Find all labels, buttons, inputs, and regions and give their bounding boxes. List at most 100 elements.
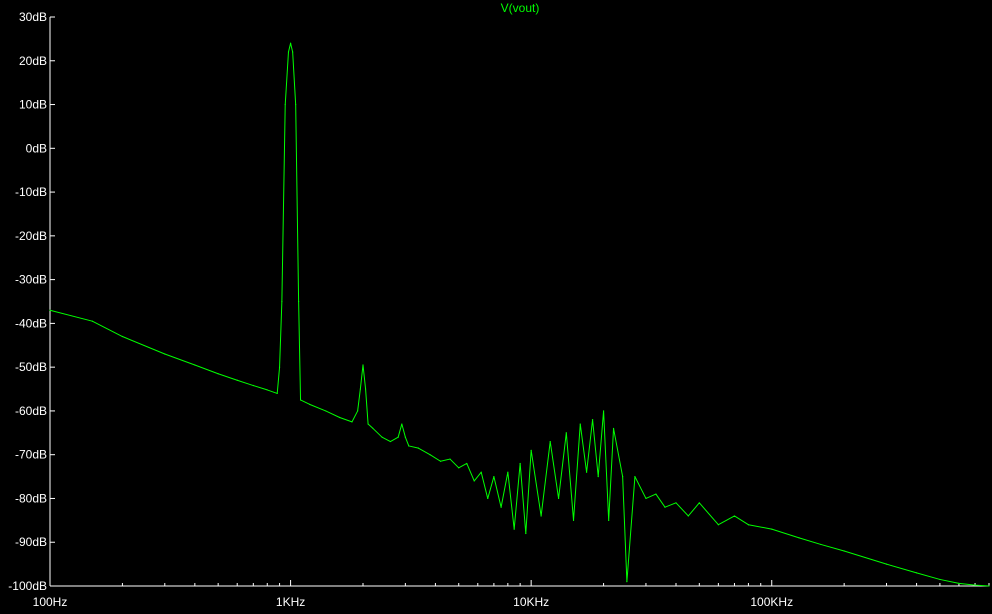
series-point xyxy=(557,497,560,500)
series-point xyxy=(530,449,532,451)
series-point xyxy=(466,462,468,465)
series-point xyxy=(164,353,166,355)
y-tick-label: -80dB xyxy=(15,491,47,505)
series-point xyxy=(634,475,636,478)
series-point xyxy=(401,423,403,425)
series-point xyxy=(585,471,588,473)
y-tick-label: -10dB xyxy=(15,185,47,199)
series-point xyxy=(549,440,551,443)
series-point xyxy=(572,519,575,521)
series-point xyxy=(49,309,51,311)
series-point xyxy=(513,528,515,530)
chart-background xyxy=(0,0,992,609)
series-point xyxy=(597,475,599,478)
series-point xyxy=(626,581,628,583)
series-point xyxy=(289,42,292,44)
y-tick-label: -100dB xyxy=(8,579,47,593)
series-point xyxy=(339,416,341,419)
series-point xyxy=(540,515,542,517)
series-point xyxy=(885,563,888,565)
series-point xyxy=(487,497,489,500)
series-point xyxy=(364,388,367,390)
series-point xyxy=(473,480,475,482)
series-point xyxy=(439,460,442,462)
series-point xyxy=(939,578,941,581)
series-point xyxy=(287,51,290,53)
series-point xyxy=(298,300,300,303)
y-tick-label: -60dB xyxy=(15,404,47,418)
series-point xyxy=(675,502,677,504)
y-tick-label: -50dB xyxy=(15,360,47,374)
series-point xyxy=(276,392,278,395)
series-point xyxy=(579,423,581,425)
series-point xyxy=(612,427,615,430)
series-point xyxy=(664,506,666,508)
series-point xyxy=(493,475,495,478)
series-point xyxy=(351,421,353,423)
series-point xyxy=(295,103,297,106)
series-point xyxy=(417,447,420,449)
series-point xyxy=(357,410,359,412)
series-point xyxy=(194,364,196,366)
series-point xyxy=(655,493,657,495)
series-point xyxy=(687,515,689,517)
series-point xyxy=(591,419,594,421)
series-point xyxy=(798,537,800,539)
series-point xyxy=(622,475,624,478)
x-tick-label: 1KHz xyxy=(276,595,305,609)
series-point xyxy=(281,300,283,303)
series-point xyxy=(500,506,502,508)
y-tick-label: -30dB xyxy=(15,273,47,287)
series-point xyxy=(381,436,383,438)
series-point xyxy=(121,335,124,338)
series-point xyxy=(717,524,719,526)
spectrum-chart: V(vout) 30dB 20dB 10dB 0dB -10dB -20dB -30dB -4… xyxy=(0,0,992,609)
series-point xyxy=(771,528,773,530)
series-point xyxy=(645,497,647,500)
y-tick-label: -90dB xyxy=(15,535,47,549)
series-point xyxy=(480,471,482,473)
series-point xyxy=(389,440,392,443)
y-tick-label: 0dB xyxy=(26,141,47,155)
waveform-plot: V(vout) 30dB 20dB 10dB 0dB -10dB -20dB -30dB -4… xyxy=(0,0,992,609)
series-point xyxy=(278,366,281,368)
trace-title[interactable]: V(vout) xyxy=(501,1,540,15)
series-point xyxy=(397,436,399,438)
series-point xyxy=(458,467,460,469)
series-point xyxy=(507,471,509,473)
series-point xyxy=(958,582,960,584)
series-point xyxy=(266,389,268,391)
series-point xyxy=(309,403,311,405)
series-point xyxy=(429,454,431,456)
y-tick-label: -20dB xyxy=(15,229,47,243)
y-tick-label: 30dB xyxy=(19,10,47,24)
series-point xyxy=(362,364,364,366)
series-point xyxy=(236,379,238,381)
series-point xyxy=(820,543,822,546)
x-tick-label: 100KHz xyxy=(750,595,793,609)
series-point xyxy=(608,519,610,521)
series-point xyxy=(372,427,374,430)
series-point xyxy=(404,436,406,438)
y-tick-label: 20dB xyxy=(19,54,47,68)
series-point xyxy=(359,388,361,390)
series-point xyxy=(602,410,605,412)
series-point xyxy=(843,550,845,552)
series-point xyxy=(367,423,369,425)
x-tick-label: 100Hz xyxy=(33,595,68,609)
series-point xyxy=(284,103,286,106)
series-point xyxy=(974,584,976,586)
series-point xyxy=(988,585,990,587)
series-point xyxy=(325,410,327,412)
series-point xyxy=(252,384,254,387)
series-point xyxy=(449,458,451,460)
series-point xyxy=(519,462,521,465)
y-tick-label: -40dB xyxy=(15,316,47,330)
series-point xyxy=(299,399,302,401)
series-point xyxy=(915,572,918,574)
series-point xyxy=(565,432,567,434)
y-tick-label: -70dB xyxy=(15,448,47,462)
series-point xyxy=(292,51,294,53)
y-tick-label: 10dB xyxy=(19,98,47,112)
series-point xyxy=(525,532,527,535)
